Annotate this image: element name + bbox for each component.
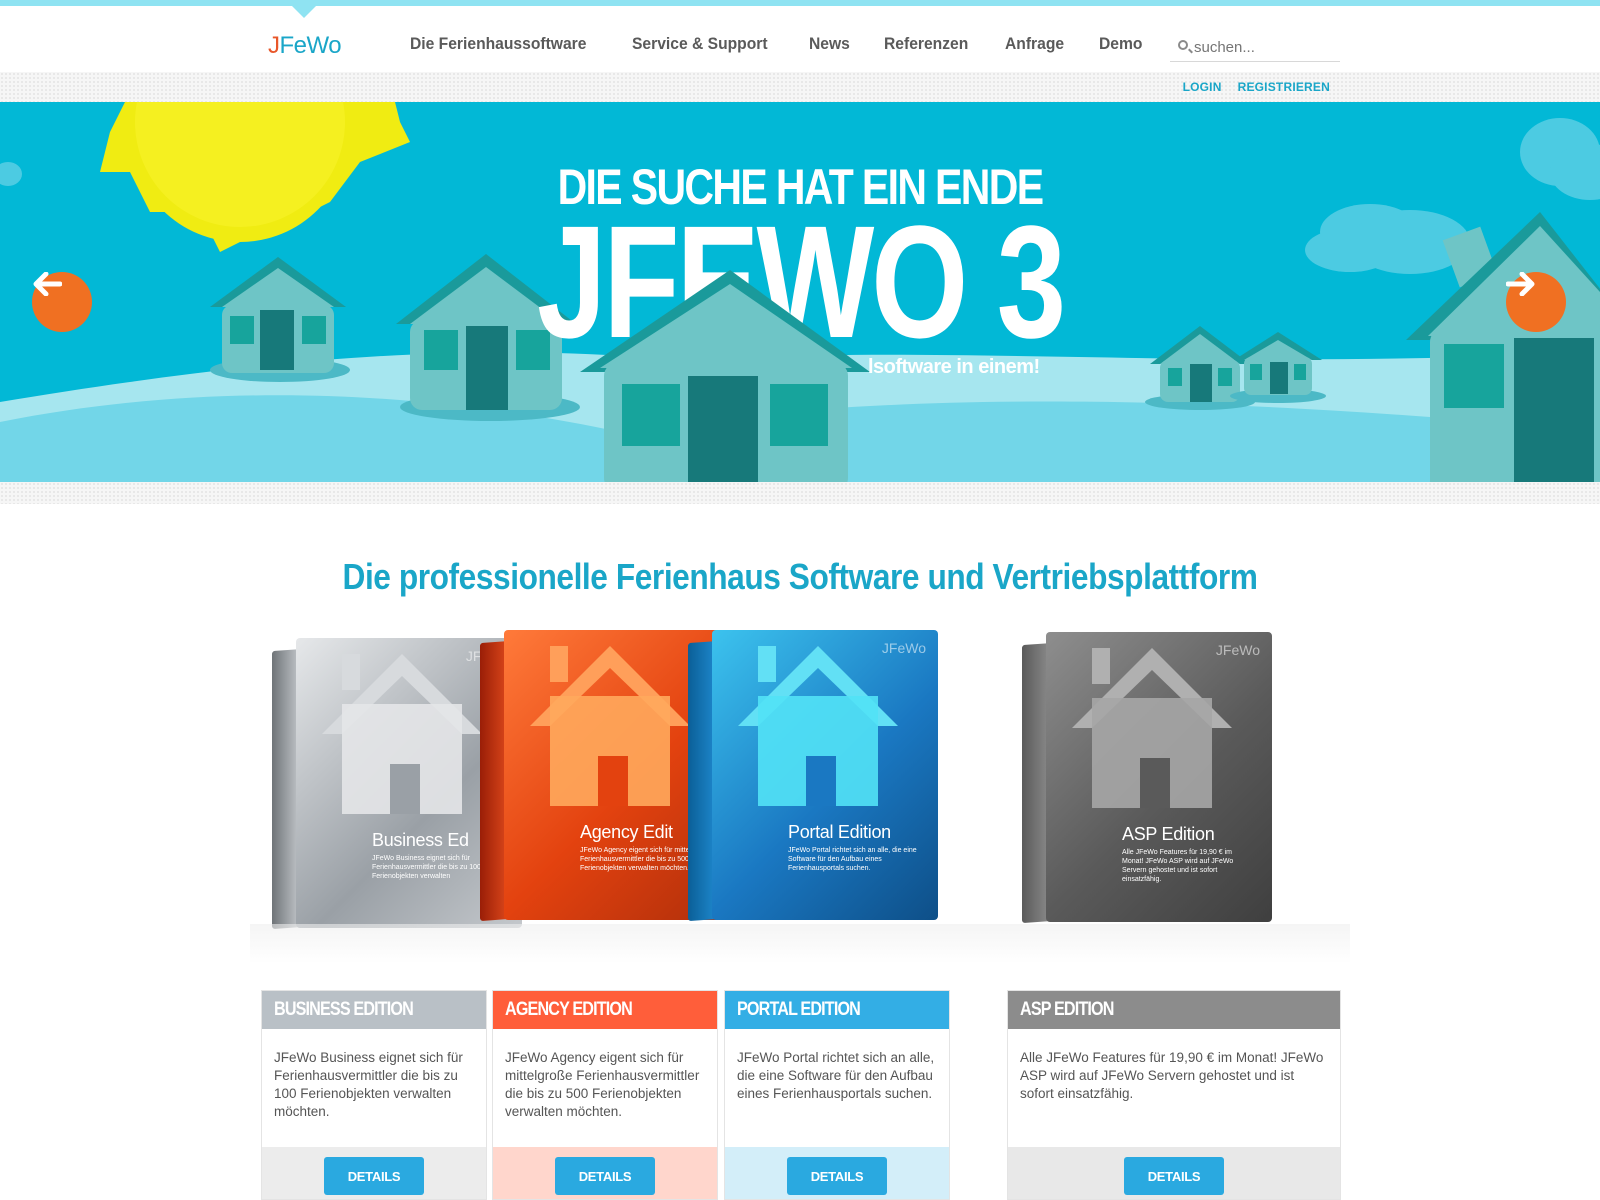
search-input[interactable] [1194, 36, 1334, 58]
card-footer: DETAILS [493, 1147, 717, 1199]
register-link[interactable]: REGISTRIEREN [1238, 80, 1330, 94]
user-links: LOGIN REGISTRIEREN [1183, 80, 1330, 94]
slider-next-button[interactable] [1506, 272, 1566, 332]
card-header: ASP EDITION [1008, 991, 1340, 1029]
section-title: Die professionelle Ferienhaus Software u… [342, 556, 1258, 597]
card-title: BUSINESS EDITION [274, 999, 414, 1020]
box-edition-label: Agency Edit [580, 822, 673, 842]
site-logo[interactable]: JFeWo [268, 32, 342, 60]
active-nav-pointer [292, 6, 316, 18]
details-button-asp[interactable]: DETAILS [1124, 1157, 1224, 1195]
nav-item-referenzen[interactable]: Referenzen [884, 34, 968, 54]
search-box [1170, 34, 1340, 62]
box-brand-label: JFeWo [881, 640, 926, 656]
arrow-right-icon [1506, 272, 1535, 296]
nav-item-anfrage[interactable]: Anfrage [1005, 34, 1064, 54]
nav-item-software[interactable]: Die Ferienhaussoftware [410, 34, 586, 54]
box-edition-label: ASP Edition [1122, 824, 1215, 844]
box-brand-label: JFeWo [1215, 642, 1260, 658]
nav-item-news[interactable]: News [809, 34, 850, 54]
hero-slider: DIE SUCHE HAT EIN ENDE JFEWO 3 lsoftware… [0, 102, 1600, 482]
box-reflection [250, 924, 1350, 964]
card-header: BUSINESS EDITION [262, 991, 486, 1029]
card-header: PORTAL EDITION [725, 991, 949, 1029]
card-title: ASP EDITION [1020, 999, 1114, 1020]
box-description: JFeWo Portal richtet sich an alle, die e… [788, 847, 917, 872]
nav-item-service[interactable]: Service & Support [632, 34, 768, 54]
search-icon [1178, 40, 1188, 50]
card-footer: DETAILS [1008, 1147, 1340, 1199]
house-icon [530, 646, 690, 806]
card-business: BUSINESS EDITION JFeWo Business eignet s… [261, 990, 487, 1200]
site-header: JFeWo Die Ferienhaussoftware Service & S… [0, 6, 1600, 72]
card-portal: PORTAL EDITION JFeWo Portal richtet sich… [724, 990, 950, 1200]
product-boxes: JFeWo Business Ed JFeWo Business eignet … [250, 620, 1350, 980]
nav-item-demo[interactable]: Demo [1099, 34, 1142, 54]
hero-bottom-dotted-band [0, 482, 1600, 504]
card-text: Alle JFeWo Features für 19,90 € im Monat… [1020, 1050, 1324, 1101]
edition-cards: BUSINESS EDITION JFeWo Business eignet s… [261, 990, 1341, 1200]
login-link[interactable]: LOGIN [1183, 80, 1222, 94]
product-box-asp[interactable]: JFeWo ASP Edition Alle JFeWo Features fü… [1022, 622, 1272, 924]
logo-j: J [268, 32, 280, 59]
details-button-agency[interactable]: DETAILS [555, 1157, 655, 1195]
card-text: JFeWo Business eignet sich für Ferienhau… [274, 1050, 463, 1119]
card-asp: ASP EDITION Alle JFeWo Features für 19,9… [1007, 990, 1341, 1200]
house-icon [1072, 648, 1232, 808]
card-footer: DETAILS [262, 1147, 486, 1199]
header-dotted-band [0, 72, 1600, 102]
product-box-portal[interactable]: JFeWo Portal Edition JFeWo Portal richte… [688, 620, 938, 930]
hero-big-title: JFEWO 3 [537, 192, 1066, 371]
slider-prev-button[interactable] [32, 272, 92, 332]
box-edition-label: Business Ed [372, 830, 469, 850]
main-nav: Die Ferienhaussoftware Service & Support… [410, 34, 1147, 54]
hero-subline: lsoftware in einem! [868, 356, 1040, 378]
arrow-left-icon [33, 272, 62, 296]
details-button-business[interactable]: DETAILS [324, 1157, 424, 1195]
card-title: PORTAL EDITION [737, 999, 861, 1020]
box-brand-label: AE [486, 630, 499, 640]
house-icon [738, 646, 898, 806]
card-header: AGENCY EDITION [493, 991, 717, 1029]
card-title: AGENCY EDITION [505, 999, 633, 1020]
box-edition-label: Portal Edition [788, 822, 891, 842]
logo-text: FeWo [279, 32, 342, 59]
details-button-portal[interactable]: DETAILS [787, 1157, 887, 1195]
card-text: JFeWo Agency eigent sich für mittelgroße… [505, 1050, 700, 1119]
card-agency: AGENCY EDITION JFeWo Agency eigent sich … [492, 990, 718, 1200]
card-text: JFeWo Portal richtet sich an alle, die e… [737, 1050, 935, 1101]
box-description: Alle JFeWo Features für 19,90 € im Monat… [1122, 849, 1234, 883]
house-icon [322, 654, 482, 814]
card-footer: DETAILS [725, 1147, 949, 1199]
